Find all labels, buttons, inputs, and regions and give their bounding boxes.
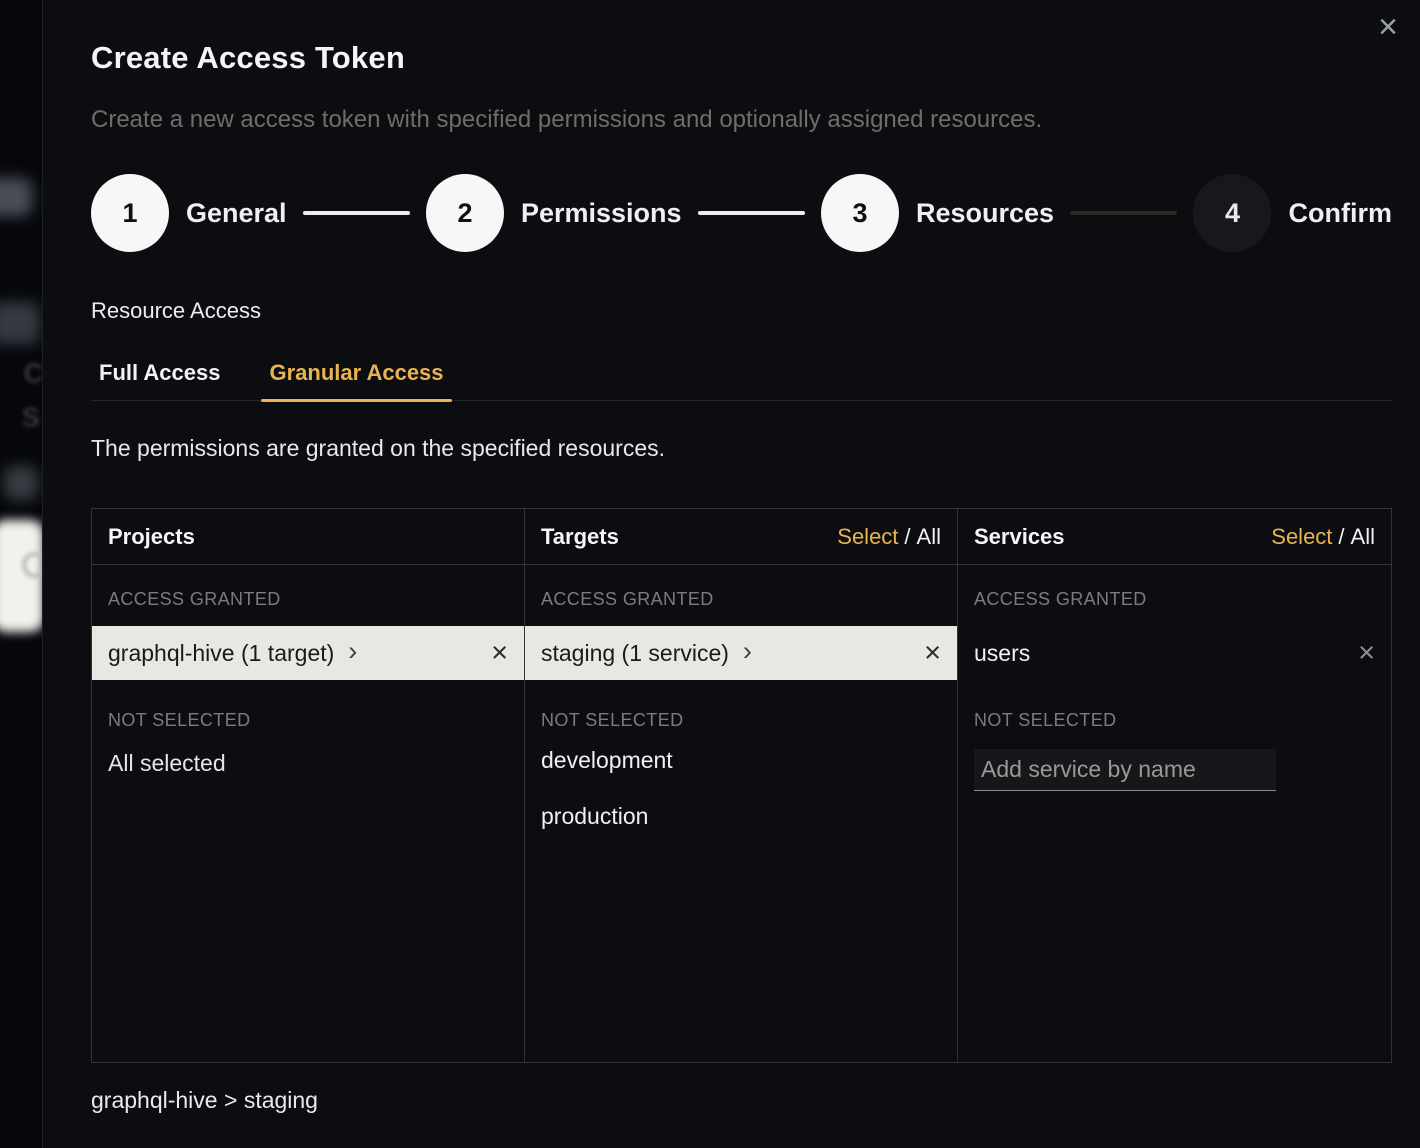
targets-not-selected-label: NOT SELECTED bbox=[541, 710, 941, 731]
step-3-circle: 3 bbox=[821, 174, 899, 252]
target-option-production[interactable]: production bbox=[525, 789, 957, 843]
page-title: Create Access Token bbox=[91, 40, 1392, 76]
step-permissions: 2 Permissions bbox=[426, 174, 682, 252]
step-4-circle: 4 bbox=[1193, 174, 1271, 252]
resource-table: Projects ACCESS GRANTED graphql-hive (1 … bbox=[91, 508, 1392, 1063]
add-service-input[interactable] bbox=[974, 749, 1276, 791]
projects-not-selected-label: NOT SELECTED bbox=[108, 710, 508, 731]
background-text-fragment: S bbox=[22, 402, 39, 433]
services-select-link[interactable]: Select bbox=[1271, 524, 1332, 549]
target-row-staging[interactable]: staging (1 service) › × bbox=[525, 626, 957, 680]
project-row-label: graphql-hive (1 target) bbox=[108, 640, 334, 667]
services-column: Services Select/ All ACCESS GRANTED users… bbox=[958, 509, 1391, 1062]
breadcrumb-separator: > bbox=[224, 1087, 237, 1113]
target-row-label: staging (1 service) bbox=[541, 640, 729, 667]
granular-access-description: The permissions are granted on the speci… bbox=[91, 435, 1392, 462]
breadcrumb-project: graphql-hive bbox=[91, 1087, 218, 1113]
step-general: 1 General bbox=[91, 174, 287, 252]
targets-column: Targets Select/ All ACCESS GRANTED stagin… bbox=[525, 509, 958, 1062]
projects-column-header: Projects bbox=[92, 509, 524, 565]
services-all-link[interactable]: All bbox=[1351, 524, 1375, 549]
stepper: 1 General 2 Permissions 3 Resources 4 Co… bbox=[91, 174, 1392, 252]
step-connector bbox=[1070, 211, 1177, 215]
modal-subtitle: Create a new access token with specified… bbox=[91, 106, 1392, 134]
step-4-label: Confirm bbox=[1288, 198, 1392, 229]
remove-project-icon[interactable]: × bbox=[491, 639, 508, 668]
targets-access-granted-label: ACCESS GRANTED bbox=[541, 589, 941, 610]
resource-access-tabs: Full Access Granular Access bbox=[91, 360, 1392, 401]
targets-column-header: Targets Select/ All bbox=[525, 509, 957, 565]
close-icon[interactable]: × bbox=[1378, 10, 1398, 44]
projects-all-selected-note: All selected bbox=[108, 750, 508, 777]
chevron-right-icon: › bbox=[348, 638, 357, 665]
projects-access-granted-label: ACCESS GRANTED bbox=[108, 589, 508, 610]
services-title: Services bbox=[974, 524, 1065, 550]
step-2-label: Permissions bbox=[521, 198, 682, 229]
chevron-right-icon: › bbox=[743, 638, 752, 665]
service-row-users: users × bbox=[958, 626, 1391, 680]
remove-service-icon[interactable]: × bbox=[1358, 639, 1375, 668]
tab-granular-access[interactable]: Granular Access bbox=[261, 360, 451, 400]
breadcrumb-target: staging bbox=[244, 1087, 318, 1113]
targets-select-all-links: Select/ All bbox=[837, 524, 941, 550]
step-resources: 3 Resources bbox=[821, 174, 1054, 252]
targets-select-link[interactable]: Select bbox=[837, 524, 898, 549]
target-option-development[interactable]: development bbox=[525, 733, 957, 787]
services-access-granted-label: ACCESS GRANTED bbox=[974, 589, 1375, 610]
background-blur-logo bbox=[22, 552, 42, 578]
services-not-selected-label: NOT SELECTED bbox=[974, 710, 1375, 731]
targets-title: Targets bbox=[541, 524, 619, 550]
step-3-label: Resources bbox=[916, 198, 1054, 229]
step-confirm: 4 Confirm bbox=[1193, 174, 1392, 252]
step-2-circle: 2 bbox=[426, 174, 504, 252]
service-row-label: users bbox=[974, 640, 1030, 667]
projects-column: Projects ACCESS GRANTED graphql-hive (1 … bbox=[92, 509, 525, 1062]
background-blur-shape bbox=[0, 178, 32, 216]
resource-access-heading: Resource Access bbox=[91, 298, 1392, 324]
project-row-graphql-hive[interactable]: graphql-hive (1 target) › × bbox=[92, 626, 524, 680]
services-select-all-links: Select/ All bbox=[1271, 524, 1375, 550]
step-1-circle: 1 bbox=[91, 174, 169, 252]
step-connector bbox=[303, 211, 410, 215]
step-connector bbox=[698, 211, 805, 215]
projects-title: Projects bbox=[108, 524, 195, 550]
background-blur-shape bbox=[4, 466, 38, 500]
background-page: C S bbox=[0, 0, 42, 1148]
remove-target-icon[interactable]: × bbox=[924, 639, 941, 668]
select-all-separator: / bbox=[904, 524, 910, 549]
background-text-fragment: C bbox=[24, 358, 42, 389]
breadcrumb: graphql-hive > staging bbox=[91, 1087, 1392, 1114]
select-all-separator: / bbox=[1338, 524, 1344, 549]
background-blur-shape bbox=[0, 302, 40, 344]
tab-full-access[interactable]: Full Access bbox=[91, 360, 228, 400]
step-1-label: General bbox=[186, 198, 287, 229]
create-access-token-modal: × Create Access Token Create a new acces… bbox=[42, 0, 1420, 1148]
targets-all-link[interactable]: All bbox=[917, 524, 941, 549]
services-column-header: Services Select/ All bbox=[958, 509, 1391, 565]
